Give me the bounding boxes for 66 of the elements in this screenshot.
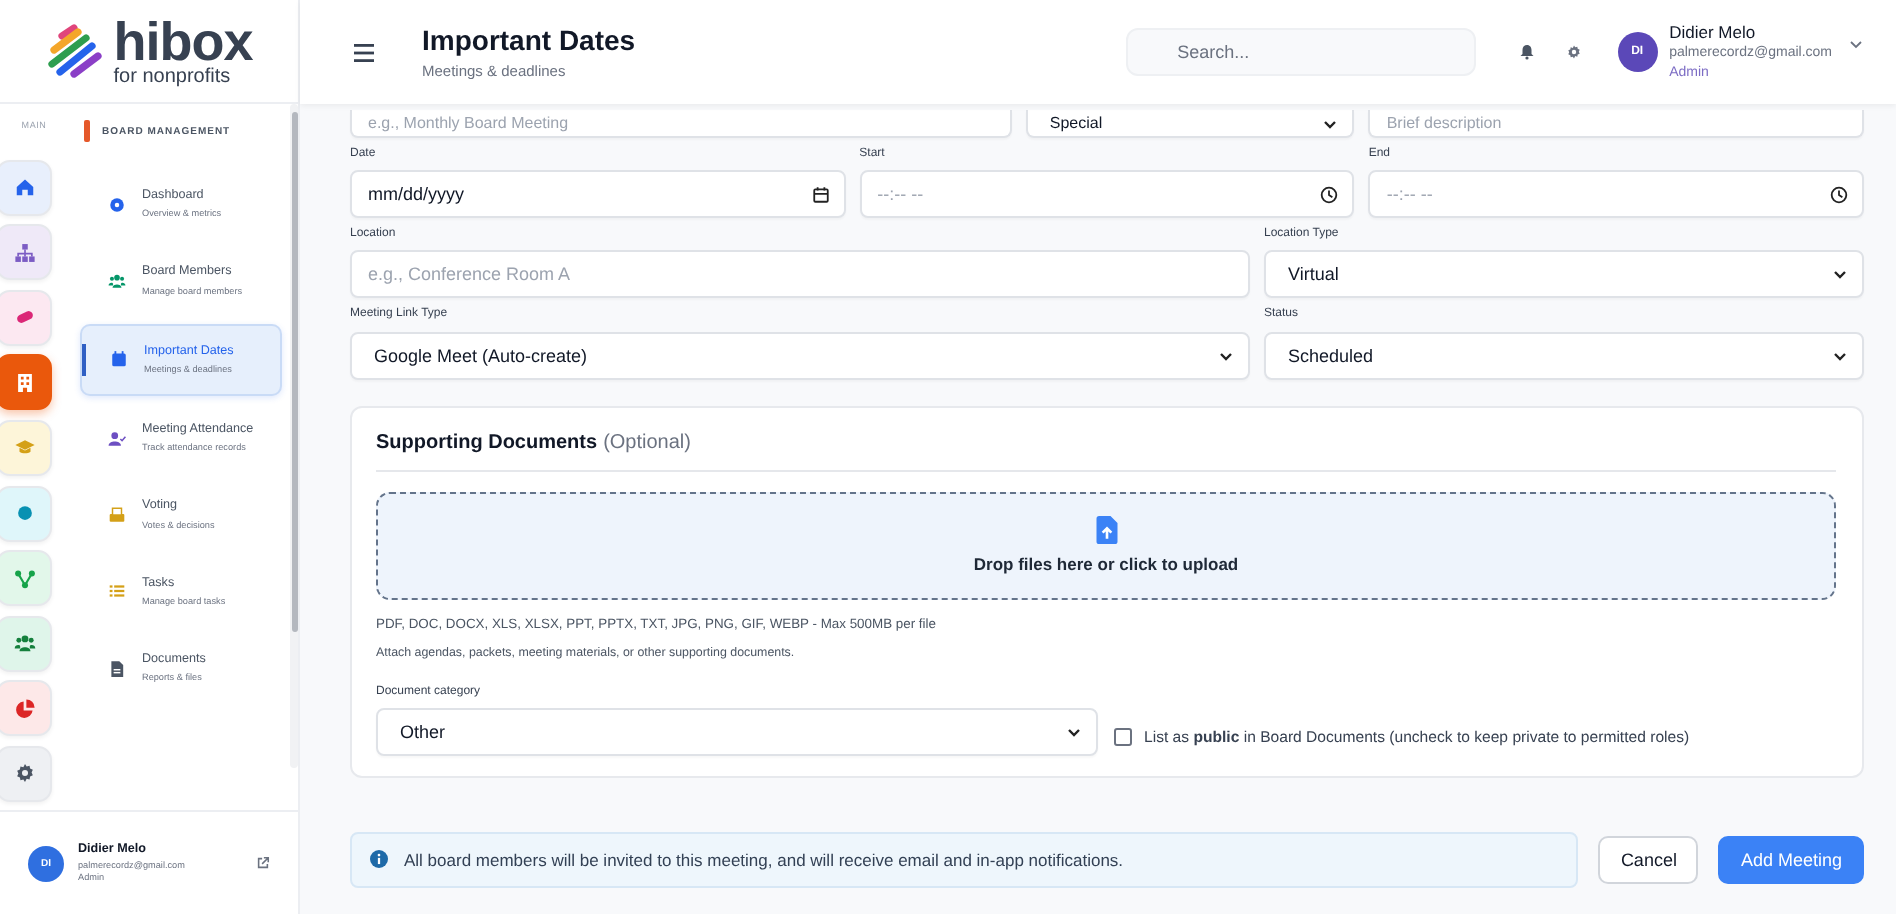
chevron-down-icon	[1832, 347, 1848, 364]
placeholder: Search...	[1177, 42, 1250, 62]
placeholder: mm/dd/yyyy	[368, 184, 465, 205]
placeholder: --:-- --	[1386, 184, 1433, 205]
calendar-icon[interactable]	[811, 185, 830, 204]
network-icon	[13, 567, 35, 590]
pie-chart-icon	[13, 697, 35, 720]
field-value: Other	[398, 721, 446, 742]
placeholder: e.g., Conference Room A	[368, 264, 571, 285]
chevron-down-icon	[1832, 266, 1848, 283]
select-field[interactable]: Special	[1025, 110, 1355, 138]
add-meeting-button[interactable]: Add Meeting	[1718, 835, 1864, 884]
chevron-down-icon	[1066, 723, 1082, 740]
file-icon	[108, 659, 126, 678]
bell-icon[interactable]	[1519, 44, 1534, 60]
calendar-icon	[110, 350, 128, 369]
cancel-button[interactable]: Cancel	[1598, 835, 1699, 884]
chevron-down-icon	[1322, 116, 1339, 132]
brand-name: hibox	[113, 15, 253, 69]
placeholder: --:-- --	[877, 184, 924, 205]
select-field[interactable]: Google Meet (Auto-create)	[350, 331, 1250, 380]
card-title: Supporting Documents	[376, 431, 598, 454]
building-icon	[13, 371, 35, 394]
external-link-icon[interactable]	[256, 856, 270, 870]
user-name: Didier Melo	[1669, 21, 1758, 45]
clock-icon[interactable]	[1320, 185, 1339, 204]
settings-icon[interactable]	[1565, 44, 1582, 60]
placeholder: e.g., Monthly Board Meeting	[368, 114, 569, 132]
search-field[interactable]: Search...	[1125, 28, 1476, 76]
users-icon	[108, 272, 126, 291]
cap-icon	[13, 436, 35, 459]
rail-item[interactable]	[0, 354, 52, 411]
users-icon	[13, 632, 35, 655]
placeholder: Brief description	[1386, 114, 1502, 132]
brand-tagline: for nonprofits	[113, 67, 233, 87]
clock-icon[interactable]	[1830, 185, 1848, 204]
user-check-icon	[108, 429, 126, 448]
select-field[interactable]: Virtual	[1264, 250, 1864, 299]
file-upload-icon	[1095, 516, 1117, 545]
home-icon	[13, 176, 35, 199]
select-field[interactable]: Scheduled	[1264, 331, 1864, 380]
checkbox[interactable]	[1114, 727, 1132, 746]
gauge-icon	[108, 195, 126, 214]
field-value: Virtual	[1286, 264, 1339, 285]
date-field[interactable]: mm/dd/yyyy	[350, 170, 846, 219]
field-value: Google Meet (Auto-create)	[372, 345, 588, 366]
menu-icon[interactable]	[354, 43, 374, 61]
dot-icon	[13, 502, 35, 525]
card-title-note: (Optional)	[603, 431, 691, 454]
select-field[interactable]: Other	[376, 707, 1098, 756]
notice-text: All board members will be invited to this meeting, and will receive email and in-app notifications.	[404, 849, 1124, 870]
settings-icon	[13, 762, 35, 785]
scrollbar[interactable]	[290, 104, 298, 768]
list-icon	[108, 582, 126, 601]
field-value: Scheduled	[1286, 345, 1374, 366]
ballot-box-icon	[108, 506, 126, 525]
chevron-down-icon[interactable]	[1848, 36, 1864, 52]
chevron-down-icon	[1218, 347, 1234, 364]
logo-icon	[45, 23, 106, 79]
file-dropzone[interactable]: Drop files here or click to upload	[376, 491, 1836, 600]
field-value: Special	[1047, 114, 1103, 132]
sitemap-icon	[13, 241, 35, 264]
page-title: Important Dates	[422, 24, 638, 56]
section-marker	[84, 120, 90, 142]
info-icon	[370, 850, 388, 869]
dropzone-text: Drop files here or click to upload	[973, 554, 1239, 575]
